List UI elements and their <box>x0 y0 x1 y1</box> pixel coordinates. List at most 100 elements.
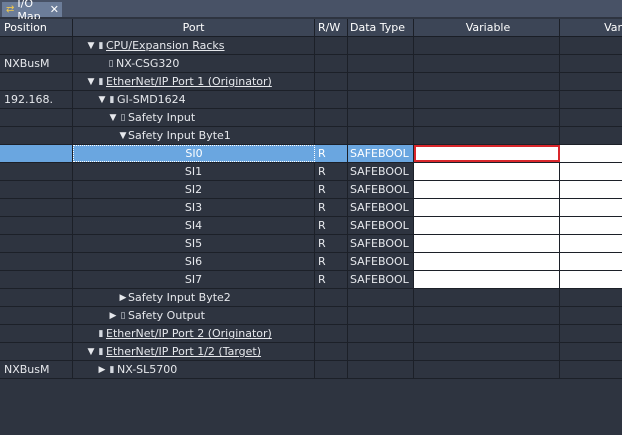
variable-cell[interactable] <box>414 73 560 90</box>
device-icon: ▮ <box>109 94 115 105</box>
column-header-variable[interactable]: Variable <box>414 19 560 36</box>
port-cell: ▶ ▮ NX-SL5700 <box>73 361 315 378</box>
table-row[interactable]: SI3 R SAFEBOOL <box>0 199 622 217</box>
port-cell: SI4 <box>73 217 315 234</box>
table-row[interactable]: 192.168. ▼ ▮ GI-SMD1624 <box>0 91 622 109</box>
variable-comment-cell[interactable] <box>560 289 622 306</box>
variable-comment-cell[interactable] <box>560 145 622 162</box>
variable-cell[interactable] <box>414 199 560 216</box>
collapse-arrow-icon[interactable]: ▼ <box>97 95 107 105</box>
table-row[interactable]: SI6 R SAFEBOOL <box>0 253 622 271</box>
variable-comment-cell[interactable] <box>560 163 622 180</box>
rw-cell <box>315 37 348 54</box>
rw-cell: R <box>315 163 348 180</box>
table-row[interactable]: NXBusM ▯ NX-CSG320 <box>0 55 622 73</box>
rw-cell <box>315 109 348 126</box>
variable-cell[interactable] <box>414 37 560 54</box>
io-group-icon: ▯ <box>120 310 126 321</box>
variable-cell[interactable] <box>414 217 560 234</box>
variable-cell[interactable] <box>414 109 560 126</box>
column-header-variable-comment[interactable]: Var <box>560 19 622 36</box>
port-cell: SI6 <box>73 253 315 270</box>
column-header-row: Position Port R/W Data Type Variable Var <box>0 19 622 37</box>
position-cell <box>0 307 73 324</box>
table-row[interactable]: SI5 R SAFEBOOL <box>0 235 622 253</box>
variable-comment-cell[interactable] <box>560 325 622 342</box>
variable-cell[interactable] <box>414 361 560 378</box>
rw-cell <box>315 343 348 360</box>
variable-cell[interactable] <box>414 343 560 360</box>
io-map-icon: ⇄ <box>6 4 15 15</box>
column-header-data-type[interactable]: Data Type <box>348 19 414 36</box>
variable-cell[interactable]: CIPOriginator_Instance0_SI0 <box>414 145 560 162</box>
table-row[interactable]: ▼ ▯ Safety Input <box>0 109 622 127</box>
data-type-cell <box>348 325 414 342</box>
collapse-arrow-icon[interactable]: ▼ <box>118 131 128 141</box>
collapse-arrow-icon[interactable]: ▼ <box>108 113 118 123</box>
table-row-selected[interactable]: SI0 R SAFEBOOL CIPOriginator_Instance0_S… <box>0 145 622 163</box>
variable-comment-cell[interactable] <box>560 361 622 378</box>
collapse-arrow-icon[interactable]: ▼ <box>86 77 96 87</box>
rack-icon: ▮ <box>98 40 104 51</box>
position-cell <box>0 145 73 162</box>
variable-comment-cell[interactable] <box>560 91 622 108</box>
variable-cell[interactable] <box>414 253 560 270</box>
variable-comment-cell[interactable] <box>560 37 622 54</box>
table-row[interactable]: ▮ EtherNet/IP Port 2 (Originator) <box>0 325 622 343</box>
port-label: EtherNet/IP Port 1 (Originator) <box>106 75 272 88</box>
position-cell <box>0 325 73 342</box>
table-row[interactable]: SI4 R SAFEBOOL <box>0 217 622 235</box>
variable-comment-cell[interactable] <box>560 217 622 234</box>
expand-arrow-icon[interactable]: ▶ <box>97 365 107 375</box>
table-row[interactable]: ▼ ▮ EtherNet/IP Port 1 (Originator) <box>0 73 622 91</box>
variable-comment-cell[interactable] <box>560 271 622 288</box>
table-row[interactable]: SI1 R SAFEBOOL <box>0 163 622 181</box>
collapse-arrow-icon[interactable]: ▼ <box>86 347 96 357</box>
variable-cell[interactable] <box>414 325 560 342</box>
variable-cell[interactable] <box>414 307 560 324</box>
variable-comment-cell[interactable] <box>560 127 622 144</box>
variable-cell[interactable] <box>414 55 560 72</box>
table-row[interactable]: NXBusM ▶ ▮ NX-SL5700 <box>0 361 622 379</box>
table-row[interactable]: ▼ ▮ CPU/Expansion Racks <box>0 37 622 55</box>
close-icon[interactable]: ✕ <box>50 3 59 16</box>
table-row[interactable]: SI7 R SAFEBOOL <box>0 271 622 289</box>
variable-cell[interactable] <box>414 181 560 198</box>
expand-arrow-icon[interactable]: ▶ <box>118 293 128 303</box>
variable-comment-cell[interactable] <box>560 181 622 198</box>
table-row[interactable]: ▶ Safety Input Byte2 <box>0 289 622 307</box>
variable-cell[interactable] <box>414 127 560 144</box>
collapse-arrow-icon[interactable]: ▼ <box>86 41 96 51</box>
variable-comment-cell[interactable] <box>560 73 622 90</box>
tab-io-map[interactable]: ⇄ I/O Map ✕ <box>2 0 62 23</box>
port-label: GI-SMD1624 <box>117 93 186 106</box>
column-header-position[interactable]: Position <box>0 19 73 36</box>
column-header-rw[interactable]: R/W <box>315 19 348 36</box>
io-map-grid: Position Port R/W Data Type Variable Var… <box>0 19 622 379</box>
variable-cell[interactable] <box>414 289 560 306</box>
variable-comment-cell[interactable] <box>560 235 622 252</box>
variable-cell[interactable] <box>414 271 560 288</box>
table-row[interactable]: ▶ ▯ Safety Output <box>0 307 622 325</box>
position-cell <box>0 199 73 216</box>
position-cell <box>0 289 73 306</box>
port-cell: ▼ ▯ Safety Input <box>73 109 315 126</box>
variable-cell[interactable] <box>414 163 560 180</box>
data-type-cell <box>348 307 414 324</box>
variable-comment-cell[interactable] <box>560 253 622 270</box>
variable-comment-cell[interactable] <box>560 109 622 126</box>
table-row[interactable]: SI2 R SAFEBOOL <box>0 181 622 199</box>
column-header-port[interactable]: Port <box>73 19 315 36</box>
variable-comment-cell[interactable] <box>560 343 622 360</box>
variable-cell[interactable] <box>414 91 560 108</box>
variable-comment-cell[interactable] <box>560 199 622 216</box>
variable-cell[interactable] <box>414 235 560 252</box>
expand-arrow-icon[interactable]: ▶ <box>108 311 118 321</box>
variable-comment-cell[interactable] <box>560 307 622 324</box>
data-type-cell: SAFEBOOL <box>348 145 414 162</box>
variable-comment-cell[interactable] <box>560 55 622 72</box>
table-row[interactable]: ▼ Safety Input Byte1 <box>0 127 622 145</box>
rw-cell <box>315 91 348 108</box>
table-row[interactable]: ▼ ▮ EtherNet/IP Port 1/2 (Target) <box>0 343 622 361</box>
rw-cell <box>315 289 348 306</box>
